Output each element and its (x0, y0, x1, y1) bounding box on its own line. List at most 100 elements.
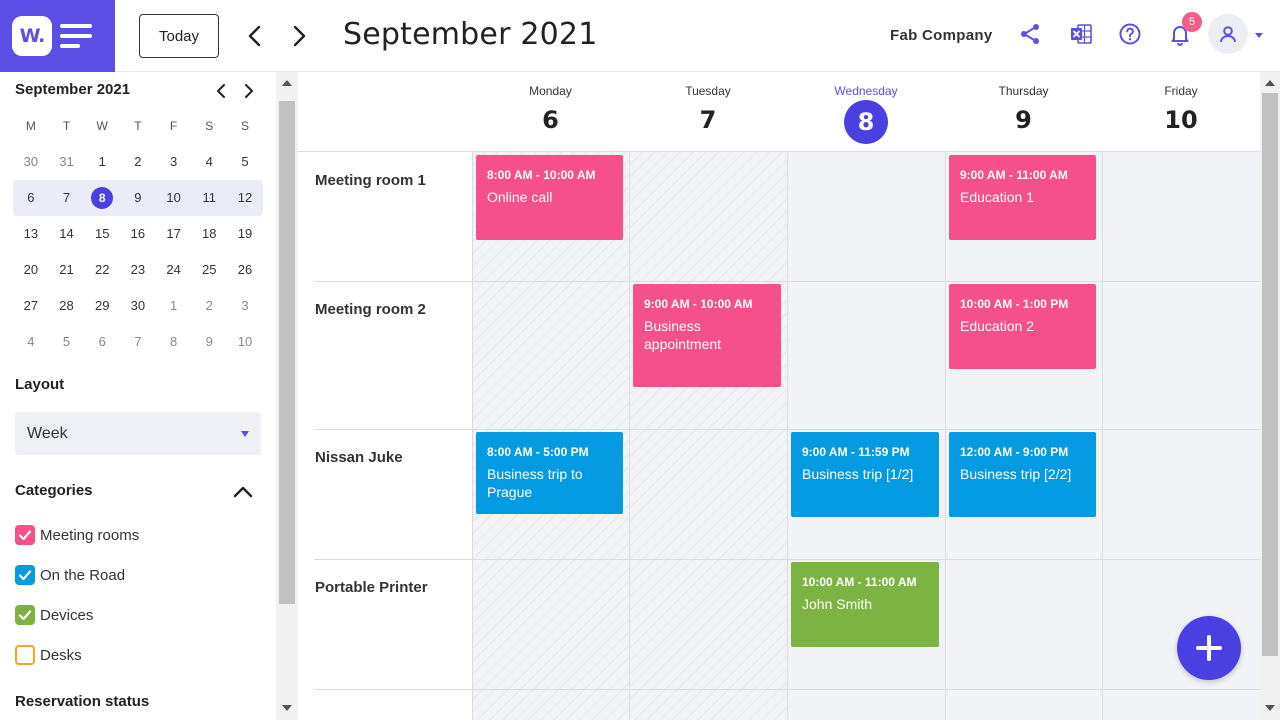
mini-calendar-day[interactable]: 30 (120, 288, 156, 324)
day-number: 9 (1015, 106, 1032, 134)
event-time: 10:00 AM - 11:00 AM (802, 575, 917, 589)
mini-calendar-day[interactable]: 27 (13, 288, 49, 324)
company-name[interactable]: Fab Company (890, 27, 992, 44)
mini-calendar-day[interactable]: 24 (156, 252, 192, 288)
day-header-thursday[interactable]: Thursday 9 (945, 72, 1102, 152)
add-reservation-button[interactable] (1177, 616, 1241, 680)
mini-calendar-day[interactable]: 2 (191, 288, 227, 324)
calendar-scroll-up-icon[interactable] (1265, 80, 1275, 86)
mini-calendar-day[interactable]: 5 (49, 324, 85, 360)
mini-calendar-day[interactable]: 23 (120, 252, 156, 288)
day-header-tuesday[interactable]: Tuesday 7 (629, 72, 787, 152)
mini-calendar-day[interactable]: 8 (156, 324, 192, 360)
week-row[interactable]: 4 5 6 7 8 9 10 (13, 324, 263, 360)
mini-calendar-day[interactable]: 3 (227, 288, 263, 324)
hamburger-menu-icon[interactable] (60, 22, 94, 50)
mini-calendar-day[interactable]: 10 (156, 180, 192, 216)
collapse-categories-icon[interactable] (232, 482, 254, 500)
sidebar-scrollbar-thumb[interactable] (279, 101, 295, 604)
event-card[interactable]: 9:00 AM - 11:59 PM Business trip [1/2] (791, 432, 939, 517)
mini-calendar-day[interactable]: 3 (156, 144, 192, 180)
category-on-the-road[interactable]: On the Road (15, 564, 125, 586)
mini-calendar-day[interactable]: 28 (49, 288, 85, 324)
checkbox-checked-icon[interactable] (15, 605, 35, 625)
checkbox-unchecked-icon[interactable] (15, 645, 35, 665)
mini-calendar-day[interactable]: 15 (84, 216, 120, 252)
event-card[interactable]: 8:00 AM - 5:00 PM Business trip to Prague (476, 432, 623, 514)
share-icon[interactable] (1018, 22, 1042, 46)
mini-calendar-day[interactable]: 5 (227, 144, 263, 180)
event-card[interactable]: 12:00 AM - 9:00 PM Business trip [2/2] (949, 432, 1096, 517)
mini-calendar-day[interactable]: 9 (191, 324, 227, 360)
day-header-wednesday[interactable]: Wednesday 8 (787, 72, 945, 152)
checkbox-checked-icon[interactable] (15, 525, 35, 545)
mini-calendar-day[interactable]: 4 (13, 324, 49, 360)
app-logo[interactable]: W. (12, 16, 52, 56)
user-menu-caret-icon[interactable] (1254, 31, 1264, 39)
checkbox-checked-icon[interactable] (15, 565, 35, 585)
mini-calendar-day[interactable]: 22 (84, 252, 120, 288)
excel-export-icon[interactable] (1069, 22, 1093, 46)
mini-calendar-next-icon[interactable] (241, 82, 257, 100)
resource-label[interactable]: Meeting room 2 (315, 301, 426, 318)
calendar-scrollbar-thumb[interactable] (1262, 93, 1278, 656)
mini-calendar-day[interactable]: 20 (13, 252, 49, 288)
event-title: Business trip to Prague (487, 466, 583, 500)
mini-calendar-day[interactable]: 6 (13, 180, 49, 216)
week-row[interactable]: 13 14 15 16 17 18 19 (13, 216, 263, 252)
mini-calendar-day[interactable]: 12 (227, 180, 263, 216)
mini-calendar-day[interactable]: 19 (227, 216, 263, 252)
event-card[interactable]: 9:00 AM - 11:00 AM Education 1 (949, 155, 1096, 240)
category-meeting-rooms[interactable]: Meeting rooms (15, 524, 139, 546)
event-card[interactable]: 8:00 AM - 10:00 AM Online call (476, 155, 623, 240)
sidebar-scroll-down-icon[interactable] (282, 705, 292, 711)
event-card[interactable]: 10:00 AM - 1:00 PM Education 2 (949, 284, 1096, 369)
next-period-icon[interactable] (288, 24, 310, 48)
day-header-friday[interactable]: Friday 10 (1102, 72, 1260, 152)
mini-calendar-day[interactable]: 29 (84, 288, 120, 324)
mini-calendar-day[interactable]: 14 (49, 216, 85, 252)
resource-label[interactable]: Meeting room 1 (315, 172, 426, 189)
mini-calendar-day[interactable]: 25 (191, 252, 227, 288)
event-card[interactable]: 9:00 AM - 10:00 AM Business appointment (633, 284, 781, 387)
mini-calendar-day[interactable]: 31 (49, 144, 85, 180)
week-row[interactable]: 27 28 29 30 1 2 3 (13, 288, 263, 324)
event-title: Business appointment (644, 318, 722, 352)
mini-calendar-day[interactable]: 18 (191, 216, 227, 252)
mini-calendar-day[interactable]: 21 (49, 252, 85, 288)
mini-calendar-day[interactable]: 6 (84, 324, 120, 360)
mini-calendar-day[interactable]: 7 (49, 180, 85, 216)
previous-period-icon[interactable] (244, 24, 266, 48)
resource-label[interactable]: Nissan Juke (315, 449, 403, 466)
mini-calendar-day[interactable]: 13 (13, 216, 49, 252)
mini-calendar-day[interactable]: 4 (191, 144, 227, 180)
day-column-tuesday[interactable] (629, 152, 787, 720)
category-desks[interactable]: Desks (15, 644, 82, 666)
day-header-monday[interactable]: Monday 6 (472, 72, 629, 152)
event-card[interactable]: 10:00 AM - 11:00 AM John Smith (791, 562, 939, 647)
mini-calendar-day[interactable]: 17 (156, 216, 192, 252)
mini-calendar-day[interactable]: 1 (156, 288, 192, 324)
mini-calendar-day[interactable]: 9 (120, 180, 156, 216)
calendar-scroll-down-icon[interactable] (1265, 705, 1275, 711)
mini-calendar-day[interactable]: 7 (120, 324, 156, 360)
week-row[interactable]: 30 31 1 2 3 4 5 (13, 144, 263, 180)
mini-calendar-day[interactable]: 26 (227, 252, 263, 288)
mini-calendar-day[interactable]: 10 (227, 324, 263, 360)
selected-week-row[interactable]: 6 7 8 9 10 11 12 (13, 180, 263, 216)
user-avatar[interactable] (1208, 14, 1248, 54)
mini-calendar-day[interactable]: 2 (120, 144, 156, 180)
sidebar-scroll-up-icon[interactable] (282, 80, 292, 86)
mini-calendar-day[interactable]: 11 (191, 180, 227, 216)
mini-calendar-prev-icon[interactable] (213, 82, 229, 100)
help-icon[interactable] (1118, 22, 1142, 46)
week-row[interactable]: 20 21 22 23 24 25 26 (13, 252, 263, 288)
category-devices[interactable]: Devices (15, 604, 93, 626)
mini-calendar-day[interactable]: 1 (84, 144, 120, 180)
mini-calendar-day[interactable]: 16 (120, 216, 156, 252)
mini-calendar-today[interactable]: 8 (84, 180, 120, 216)
layout-dropdown[interactable]: Week (15, 412, 261, 455)
today-button[interactable]: Today (139, 14, 219, 58)
mini-calendar-day[interactable]: 30 (13, 144, 49, 180)
resource-label[interactable]: Portable Printer (315, 579, 428, 596)
